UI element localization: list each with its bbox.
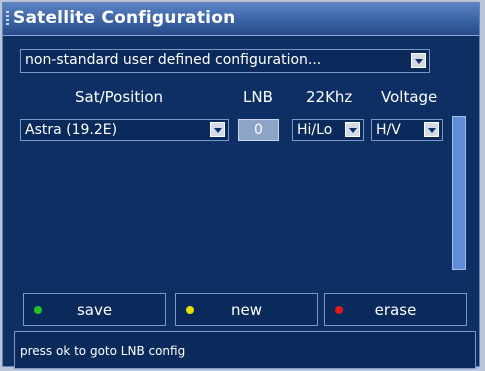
- title-bar: Satellite Configuration: [3, 3, 479, 36]
- configuration-select[interactable]: non-standard user defined configuration.…: [20, 49, 430, 73]
- configuration-select-value: non-standard user defined configuration.…: [25, 52, 322, 68]
- satellite-select-value: Astra (19.2E): [25, 122, 118, 138]
- satellite-select[interactable]: Astra (19.2E): [20, 119, 229, 141]
- column-header-lnb: LNB: [243, 88, 273, 106]
- voltage-select-value: H/V: [376, 122, 401, 138]
- column-header-sat-position: Sat/Position: [75, 88, 164, 106]
- chevron-down-icon[interactable]: [424, 122, 439, 137]
- new-button[interactable]: new: [175, 293, 318, 326]
- column-header-22khz: 22Khz: [306, 88, 353, 106]
- window-title: Satellite Configuration: [13, 8, 236, 28]
- 22khz-select-value: Hi/Lo: [297, 122, 333, 138]
- chevron-down-icon[interactable]: [210, 122, 225, 137]
- chevron-down-icon[interactable]: [345, 122, 360, 137]
- voltage-select[interactable]: H/V: [371, 119, 443, 141]
- column-header-voltage: Voltage: [381, 88, 438, 106]
- erase-button-label: erase: [374, 301, 417, 319]
- save-button[interactable]: save: [23, 293, 166, 326]
- chevron-down-icon[interactable]: [411, 53, 426, 68]
- 22khz-select[interactable]: Hi/Lo: [292, 119, 364, 141]
- satellite-config-window: Satellite Configuration non-standard use…: [2, 2, 480, 367]
- grip-icon: [6, 11, 9, 27]
- lnb-field[interactable]: 0: [238, 119, 279, 141]
- erase-button[interactable]: erase: [324, 293, 467, 326]
- status-text: press ok to goto LNB config: [20, 344, 186, 358]
- save-button-label: save: [76, 301, 113, 319]
- scrollbar[interactable]: [452, 116, 466, 270]
- new-button-label: new: [230, 301, 262, 319]
- status-bar: press ok to goto LNB config: [14, 331, 476, 369]
